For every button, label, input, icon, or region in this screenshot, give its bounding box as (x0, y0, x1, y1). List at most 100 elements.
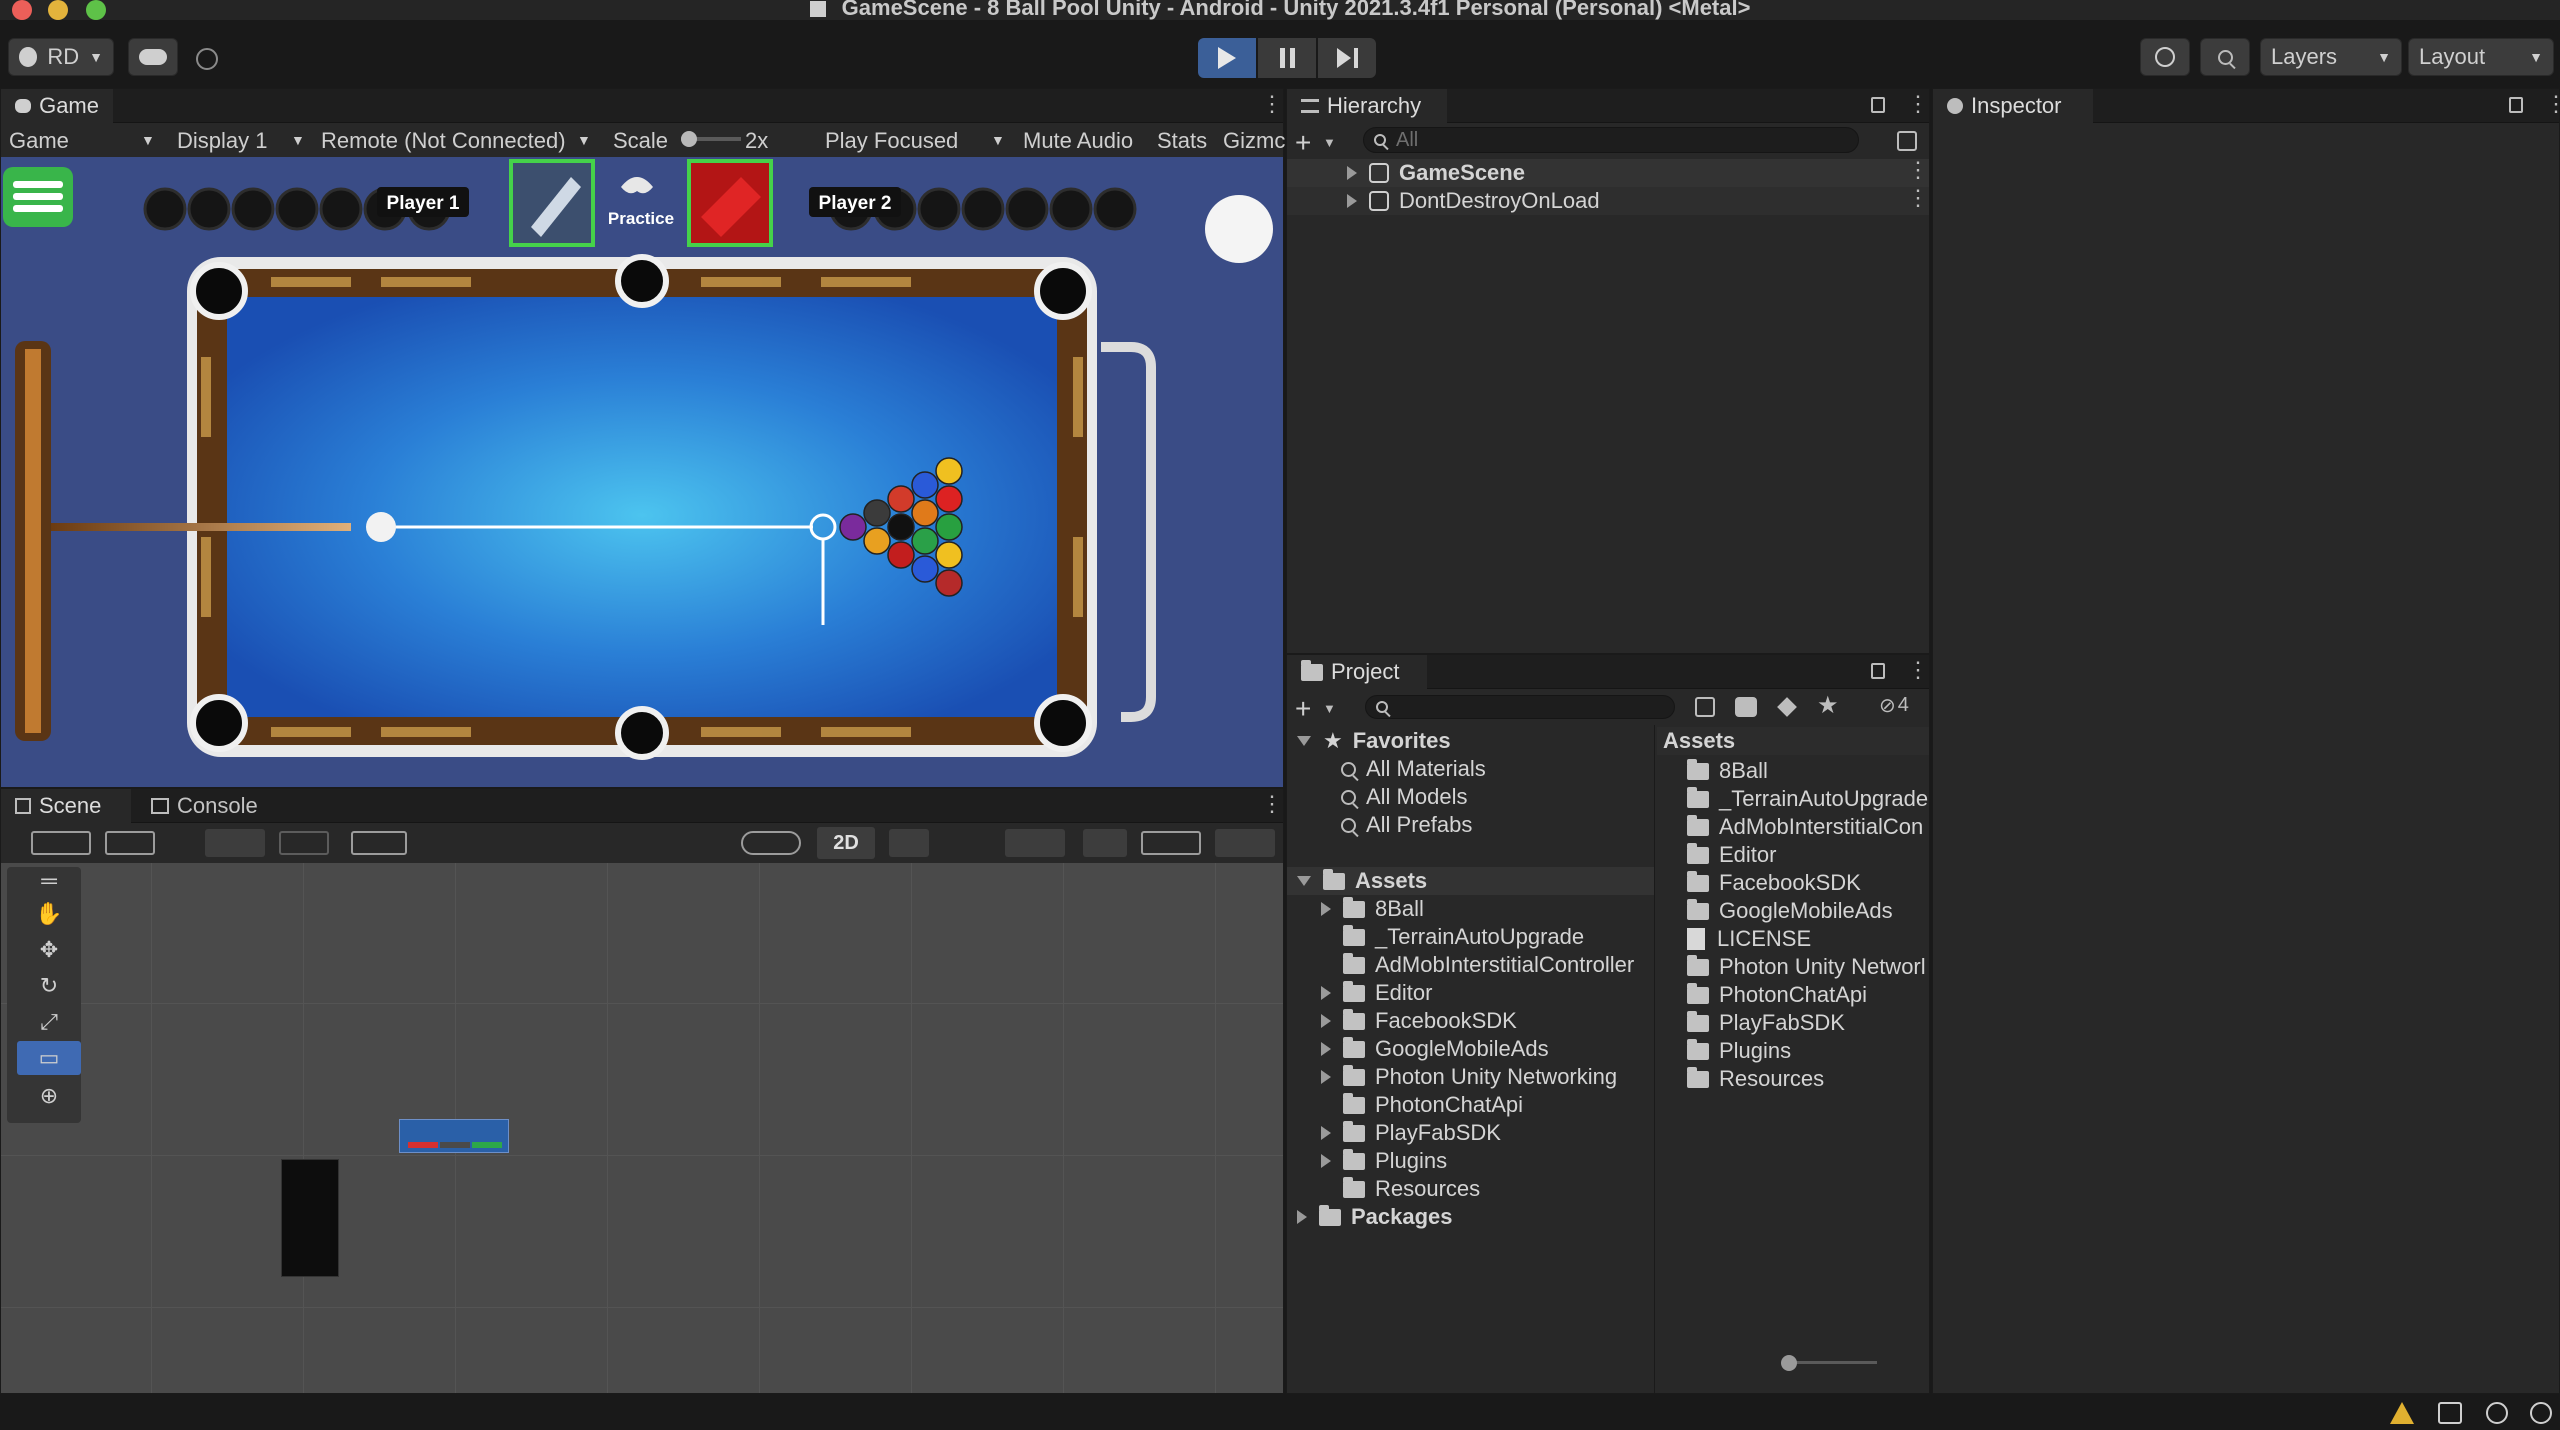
collapse-arrow-icon[interactable] (1297, 736, 1311, 746)
tree-item[interactable]: Photon Unity Networking (1287, 1063, 1654, 1091)
tab-project[interactable]: Project (1287, 655, 1427, 689)
mute-audio-toggle[interactable]: Mute Audio (1023, 128, 1133, 154)
star-icon[interactable]: ★ (1817, 691, 1839, 720)
add-icon[interactable]: + (1295, 127, 1311, 159)
remote-dropdown[interactable]: Remote (Not Connected) (321, 128, 566, 154)
expand-arrow-icon[interactable] (1347, 194, 1357, 208)
scene-search-icon[interactable] (1897, 131, 1917, 151)
check-icon[interactable] (2530, 1402, 2552, 1424)
effects-icon[interactable] (1005, 829, 1065, 857)
hierarchy-item[interactable]: DontDestroyOnLoad ⋮ (1287, 187, 1929, 215)
tree-item[interactable]: _TerrainAutoUpgrade (1287, 923, 1654, 951)
project-search-input[interactable] (1365, 695, 1675, 719)
minimize-window-button[interactable] (48, 0, 68, 20)
panel-menu-icon[interactable]: ⋮ (1907, 659, 1929, 683)
add-icon[interactable]: + (1295, 693, 1311, 725)
content-item[interactable]: Resources (1657, 1065, 1929, 1093)
item-menu-icon[interactable]: ⋮ (1907, 159, 1929, 183)
view-mode-dropdown[interactable]: Game (9, 128, 69, 154)
display-dropdown[interactable]: Display 1 (177, 128, 267, 154)
expand-arrow-icon[interactable] (1347, 166, 1357, 180)
scene-menu-object[interactable] (281, 1159, 339, 1277)
audio-icon[interactable] (951, 829, 991, 857)
chevron-down-icon[interactable]: ▼ (1323, 701, 1336, 716)
search-by-type-icon[interactable] (1695, 697, 1715, 717)
scale-slider-handle[interactable] (681, 131, 697, 147)
play-button[interactable] (1198, 38, 1256, 78)
panel-menu-icon[interactable]: ⋮ (2545, 93, 2560, 117)
tree-item[interactable]: Resources (1287, 1175, 1654, 1203)
account-dropdown[interactable]: RD ▼ (8, 38, 114, 76)
tree-item[interactable]: FacebookSDK (1287, 1007, 1654, 1035)
collapse-arrow-icon[interactable] (1297, 876, 1311, 886)
icon-size-slider[interactable] (1785, 1361, 1877, 1364)
2d-toggle-button[interactable]: 2D (817, 827, 875, 859)
search-button[interactable] (2200, 38, 2250, 76)
panel-menu-icon[interactable]: ⋮ (1261, 93, 1283, 117)
content-item[interactable]: Editor (1657, 841, 1929, 869)
scene-popup-object[interactable] (399, 1119, 509, 1153)
gizmo-sphere-icon[interactable] (741, 831, 801, 855)
close-window-button[interactable] (12, 0, 32, 20)
favorites-header[interactable]: ★ Favorites (1287, 727, 1654, 755)
tree-item[interactable]: AdMobInterstitialController (1287, 951, 1654, 979)
expand-arrow-icon[interactable] (1321, 1042, 1331, 1056)
hierarchy-item[interactable]: GameScene ⋮ (1287, 159, 1929, 187)
expand-arrow-icon[interactable] (1321, 1126, 1331, 1140)
panel-menu-icon[interactable]: ⋮ (1907, 93, 1929, 117)
favorite-item[interactable]: All Models (1287, 783, 1654, 811)
favorite-item[interactable]: All Prefabs (1287, 811, 1654, 839)
hierarchy-search-input[interactable]: All (1363, 127, 1859, 153)
content-item[interactable]: _TerrainAutoUpgrade (1657, 785, 1929, 813)
content-item[interactable]: AdMobInterstitialCon (1657, 813, 1929, 841)
gizmos-toggle-icon[interactable] (1215, 829, 1275, 857)
tab-game[interactable]: Game (1, 89, 113, 123)
content-item[interactable]: 8Ball (1657, 757, 1929, 785)
hand-tool-icon[interactable]: ✋ (17, 897, 81, 931)
tree-item[interactable]: GoogleMobileAds (1287, 1035, 1654, 1063)
scene-view[interactable]: ═ ✋ ✥ ↻ ⤢ ▭ ⊕ (1, 863, 1283, 1393)
lighting-icon[interactable] (889, 829, 929, 857)
grid-snap-icon[interactable] (205, 829, 265, 857)
tab-console[interactable]: Console (137, 789, 287, 823)
tree-item[interactable]: Editor (1287, 979, 1654, 1007)
history-button[interactable] (2140, 38, 2190, 76)
filter-type-icon[interactable] (1735, 697, 1757, 717)
rotate-tool-icon[interactable]: ↻ (17, 969, 81, 1003)
assets-root[interactable]: Assets (1287, 867, 1654, 895)
tree-item[interactable]: PlayFabSDK (1287, 1119, 1654, 1147)
tab-inspector[interactable]: Inspector (1933, 89, 2093, 123)
stats-toggle[interactable]: Stats (1157, 128, 1207, 154)
scale-tool-icon[interactable]: ⤢ (17, 1005, 81, 1039)
layers-dropdown[interactable]: Layers ▼ (2260, 38, 2402, 76)
tree-item[interactable]: PhotonChatApi (1287, 1091, 1654, 1119)
content-item[interactable]: LICENSE (1657, 925, 1929, 953)
content-item[interactable]: PlayFabSDK (1657, 1009, 1929, 1037)
panel-menu-icon[interactable]: ⋮ (1261, 793, 1283, 817)
stack-icon[interactable] (2438, 1402, 2462, 1424)
icon-size-slider-handle[interactable] (1781, 1355, 1797, 1371)
cloud-button[interactable] (128, 38, 178, 76)
tab-hierarchy[interactable]: Hierarchy (1287, 89, 1447, 123)
favorite-item[interactable]: All Materials (1287, 755, 1654, 783)
label-icon[interactable] (1777, 697, 1797, 717)
content-item[interactable]: Photon Unity Networl (1657, 953, 1929, 981)
drag-handle-icon[interactable]: ═ (17, 868, 81, 893)
cache-icon[interactable] (2486, 1402, 2508, 1424)
tree-item[interactable]: 8Ball (1287, 895, 1654, 923)
pause-button[interactable] (1258, 38, 1316, 78)
item-menu-icon[interactable]: ⋮ (1907, 187, 1929, 211)
expand-arrow-icon[interactable] (1321, 1154, 1331, 1168)
lock-icon[interactable] (2509, 97, 2523, 113)
chevron-down-icon[interactable]: ▼ (1323, 135, 1336, 150)
visibility-icon[interactable] (1083, 829, 1127, 857)
lock-icon[interactable] (1871, 97, 1885, 113)
expand-arrow-icon[interactable] (1321, 986, 1331, 1000)
content-item[interactable]: GoogleMobileAds (1657, 897, 1929, 925)
warning-icon[interactable] (2390, 1402, 2414, 1424)
content-item[interactable]: Plugins (1657, 1037, 1929, 1065)
play-focused-dropdown[interactable]: Play Focused (825, 128, 958, 154)
tab-scene[interactable]: Scene (1, 789, 131, 823)
gizmos-dropdown[interactable]: Gizmc (1223, 128, 1285, 154)
content-item[interactable]: FacebookSDK (1657, 869, 1929, 897)
